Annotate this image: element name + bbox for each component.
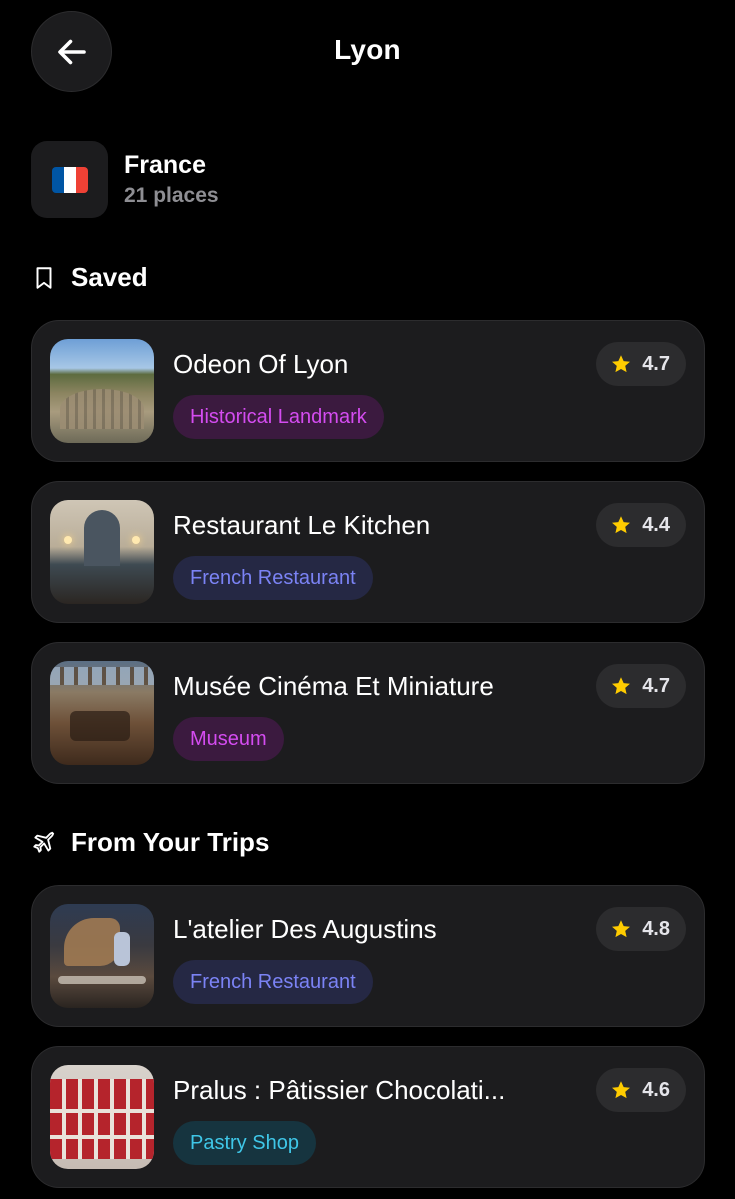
category-tag: French Restaurant: [173, 960, 373, 1004]
category-tag: Historical Landmark: [173, 395, 384, 439]
star-icon: [612, 677, 631, 695]
star-icon: [612, 355, 631, 373]
rating-badge: 4.4: [596, 503, 686, 547]
place-thumbnail: [50, 904, 154, 1008]
section-header-saved: Saved: [31, 262, 148, 293]
star-icon: [612, 920, 631, 938]
page-title: Lyon: [334, 34, 401, 65]
place-name: Musée Cinéma Et Miniature: [173, 671, 494, 701]
star-icon: [612, 516, 631, 534]
place-card[interactable]: Musée Cinéma Et Miniature Museum 4.7: [31, 642, 705, 784]
section-header-trips: From Your Trips: [31, 827, 269, 858]
rating-badge: 4.8: [596, 907, 686, 951]
airplane-icon: [33, 831, 55, 853]
place-list-screen: Lyon France 21 places Saved Odeon Of Lyo…: [0, 0, 735, 1199]
category-tag: Pastry Shop: [173, 1121, 316, 1165]
place-card[interactable]: Pralus : Pâtissier Chocolati... Pastry S…: [31, 1046, 705, 1188]
country-name: France: [124, 150, 206, 179]
category-tag: Museum: [173, 717, 284, 761]
place-name: Restaurant Le Kitchen: [173, 510, 431, 540]
rating-value: 4.8: [642, 917, 670, 940]
section-title: Saved: [71, 262, 148, 292]
place-count: 21 places: [124, 183, 219, 207]
rating-badge: 4.6: [596, 1068, 686, 1112]
bookmark-icon: [36, 266, 52, 289]
rating-value: 4.7: [642, 674, 670, 697]
country-header[interactable]: France 21 places: [31, 141, 219, 218]
rating-value: 4.6: [642, 1078, 670, 1101]
rating-value: 4.7: [642, 352, 670, 375]
star-icon: [612, 1081, 631, 1099]
place-thumbnail: [50, 1065, 154, 1169]
place-card[interactable]: Odeon Of Lyon Historical Landmark 4.7: [31, 320, 705, 462]
rating-badge: 4.7: [596, 664, 686, 708]
place-name: Pralus : Pâtissier Chocolati...: [173, 1075, 506, 1105]
place-thumbnail: [50, 500, 154, 604]
category-tag: French Restaurant: [173, 556, 373, 600]
rating-value: 4.4: [642, 513, 670, 536]
place-thumbnail: [50, 661, 154, 765]
rating-badge: 4.7: [596, 342, 686, 386]
place-card[interactable]: L'atelier Des Augustins French Restauran…: [31, 885, 705, 1027]
france-flag-icon: [51, 166, 88, 193]
place-card[interactable]: Restaurant Le Kitchen French Restaurant …: [31, 481, 705, 623]
flag-tile: [31, 141, 108, 218]
place-name: L'atelier Des Augustins: [173, 914, 437, 944]
place-name: Odeon Of Lyon: [173, 349, 349, 379]
place-thumbnail: [50, 339, 154, 443]
section-title: From Your Trips: [71, 827, 270, 857]
